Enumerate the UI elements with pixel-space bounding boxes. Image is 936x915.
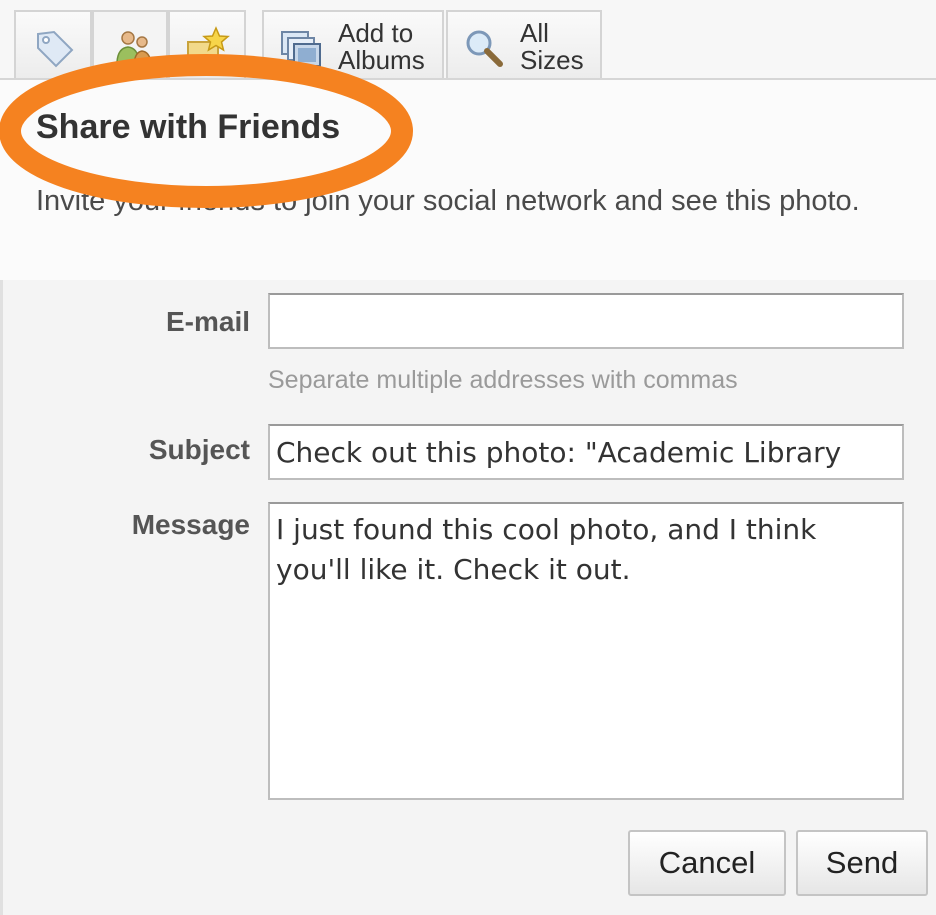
all-sizes-line2: Sizes <box>520 45 584 75</box>
email-input[interactable] <box>268 293 904 349</box>
add-to-albums-line1: Add to <box>338 18 414 48</box>
message-textarea[interactable] <box>268 502 904 800</box>
email-hint: Separate multiple addresses with commas <box>268 366 738 394</box>
magnifier-icon <box>466 30 503 67</box>
message-label: Message <box>131 509 250 540</box>
highlight-circle-annotation <box>0 54 413 208</box>
cancel-button[interactable]: Cancel <box>628 830 786 896</box>
send-button[interactable]: Send <box>796 830 928 896</box>
tab-all-sizes[interactable]: All Sizes <box>446 10 602 80</box>
all-sizes-line1: All <box>520 18 549 48</box>
email-label: E-mail <box>165 306 250 337</box>
subject-input[interactable] <box>268 424 904 480</box>
subject-label: Subject <box>148 434 250 465</box>
